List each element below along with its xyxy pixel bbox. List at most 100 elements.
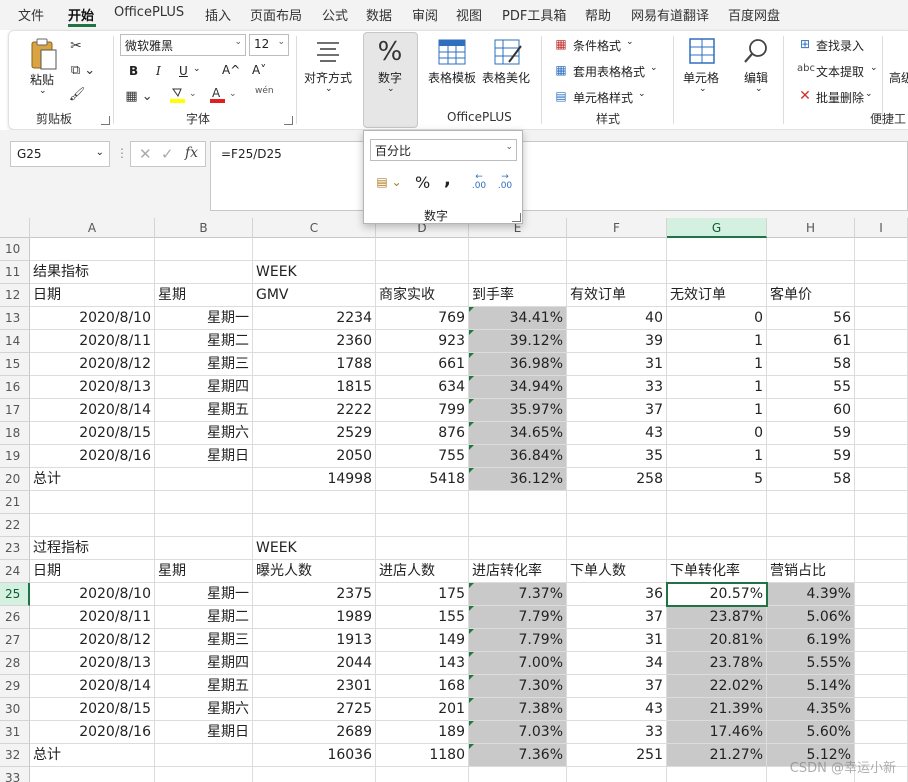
increase-decimal-button[interactable]: ← .00 — [468, 173, 490, 191]
cell[interactable] — [155, 514, 253, 537]
cell[interactable]: 59 — [767, 422, 855, 445]
cell[interactable]: 175 — [376, 583, 469, 606]
cell[interactable]: 结果指标 — [30, 261, 155, 284]
decrease-font-button[interactable]: A˅ — [252, 63, 266, 77]
cell[interactable] — [855, 376, 908, 399]
cell[interactable] — [376, 514, 469, 537]
cell[interactable]: 58 — [767, 468, 855, 491]
cell[interactable]: WEEK — [253, 537, 376, 560]
cell[interactable]: 34 — [567, 652, 667, 675]
cell[interactable]: 下单人数 — [567, 560, 667, 583]
comma-button[interactable]: , — [444, 169, 451, 190]
cell[interactable] — [155, 537, 253, 560]
cell[interactable] — [767, 261, 855, 284]
cell[interactable]: 2050 — [253, 445, 376, 468]
select-all-corner[interactable] — [0, 218, 30, 238]
cell[interactable]: 55 — [767, 376, 855, 399]
column-header[interactable]: B — [155, 218, 253, 238]
cell[interactable]: 2234 — [253, 307, 376, 330]
cell[interactable] — [855, 629, 908, 652]
row-header[interactable]: 16 — [0, 376, 30, 399]
cell[interactable]: 5.06% — [767, 606, 855, 629]
italic-button[interactable]: I — [156, 64, 161, 78]
cell[interactable]: 1788 — [253, 353, 376, 376]
underline-dropdown-icon[interactable]: ⌄ — [193, 64, 201, 74]
cell[interactable]: 2375 — [253, 583, 376, 606]
menu-tab[interactable]: OfficePLUS — [114, 5, 184, 20]
cell[interactable] — [567, 767, 667, 782]
cell[interactable] — [855, 606, 908, 629]
cell[interactable] — [469, 514, 567, 537]
menu-tab[interactable]: 文件 — [18, 5, 44, 24]
currency-icon[interactable]: ▤ ⌄ — [372, 173, 406, 191]
table-beautify-icon[interactable] — [492, 38, 524, 66]
cell[interactable]: 2020/8/11 — [30, 606, 155, 629]
cell[interactable]: 总计 — [30, 744, 155, 767]
cell[interactable]: 1 — [667, 445, 767, 468]
cell[interactable] — [767, 514, 855, 537]
cut-icon[interactable]: ✂ — [68, 38, 84, 54]
cell[interactable]: 7.00% — [469, 652, 567, 675]
cell[interactable] — [855, 353, 908, 376]
row-header[interactable]: 23 — [0, 537, 30, 560]
cell[interactable]: 星期四 — [155, 652, 253, 675]
cell[interactable] — [855, 399, 908, 422]
cell[interactable]: 17.46% — [667, 721, 767, 744]
spreadsheet-grid[interactable]: ABCDEFGHI 10 11 结果指标 WEEK 12 日期 星期 GMV 商家实收 到手率 有效… — [0, 218, 908, 782]
cell[interactable] — [855, 675, 908, 698]
cell[interactable] — [567, 514, 667, 537]
cell[interactable]: 168 — [376, 675, 469, 698]
cell[interactable]: 40 — [567, 307, 667, 330]
cell[interactable]: 31 — [567, 353, 667, 376]
cell[interactable]: 2020/8/16 — [30, 445, 155, 468]
cell[interactable]: 2020/8/15 — [30, 422, 155, 445]
paste-dropdown-icon[interactable]: ⌄ — [39, 86, 47, 96]
cell[interactable]: 7.79% — [469, 629, 567, 652]
cell[interactable]: 31 — [567, 629, 667, 652]
menu-tab[interactable]: 网易有道翻译 — [631, 5, 709, 24]
cell[interactable] — [155, 261, 253, 284]
cell[interactable]: 60 — [767, 399, 855, 422]
cell[interactable] — [767, 537, 855, 560]
cell[interactable]: 876 — [376, 422, 469, 445]
cell[interactable]: 36.84% — [469, 445, 567, 468]
cell[interactable]: 2020/8/13 — [30, 376, 155, 399]
cell[interactable]: 星期日 — [155, 721, 253, 744]
cell[interactable]: 34.65% — [469, 422, 567, 445]
cell[interactable]: 923 — [376, 330, 469, 353]
align-icon[interactable] — [313, 38, 343, 64]
cell[interactable]: 7.38% — [469, 698, 567, 721]
cell[interactable]: 34.41% — [469, 307, 567, 330]
search-icon[interactable] — [741, 36, 771, 66]
cell[interactable]: 37 — [567, 675, 667, 698]
row-header[interactable]: 18 — [0, 422, 30, 445]
cell[interactable]: 4.35% — [767, 698, 855, 721]
table-template-icon[interactable] — [436, 38, 468, 66]
cell[interactable]: 星期五 — [155, 399, 253, 422]
cell[interactable]: 客单价 — [767, 284, 855, 307]
row-header[interactable]: 32 — [0, 744, 30, 767]
cell[interactable] — [667, 261, 767, 284]
cell[interactable] — [253, 514, 376, 537]
cell[interactable]: 36.12% — [469, 468, 567, 491]
cell[interactable]: 39 — [567, 330, 667, 353]
cell[interactable]: 34.94% — [469, 376, 567, 399]
cell[interactable] — [855, 422, 908, 445]
cell[interactable] — [253, 767, 376, 782]
row-header[interactable]: 17 — [0, 399, 30, 422]
paste-icon[interactable] — [28, 36, 60, 72]
row-header[interactable]: 20 — [0, 468, 30, 491]
cell[interactable] — [855, 537, 908, 560]
cell[interactable]: 1913 — [253, 629, 376, 652]
column-header[interactable]: I — [855, 218, 908, 238]
cell[interactable]: 1 — [667, 376, 767, 399]
font-color-icon[interactable]: A ⌄ — [208, 86, 238, 104]
cell[interactable] — [767, 491, 855, 514]
row-header[interactable]: 21 — [0, 491, 30, 514]
cell[interactable]: 有效订单 — [567, 284, 667, 307]
cell[interactable]: 2020/8/10 — [30, 583, 155, 606]
cell[interactable]: 7.36% — [469, 744, 567, 767]
cells-icon[interactable] — [687, 36, 717, 66]
cancel-icon[interactable]: ✕ — [139, 145, 152, 163]
cell[interactable]: 7.30% — [469, 675, 567, 698]
